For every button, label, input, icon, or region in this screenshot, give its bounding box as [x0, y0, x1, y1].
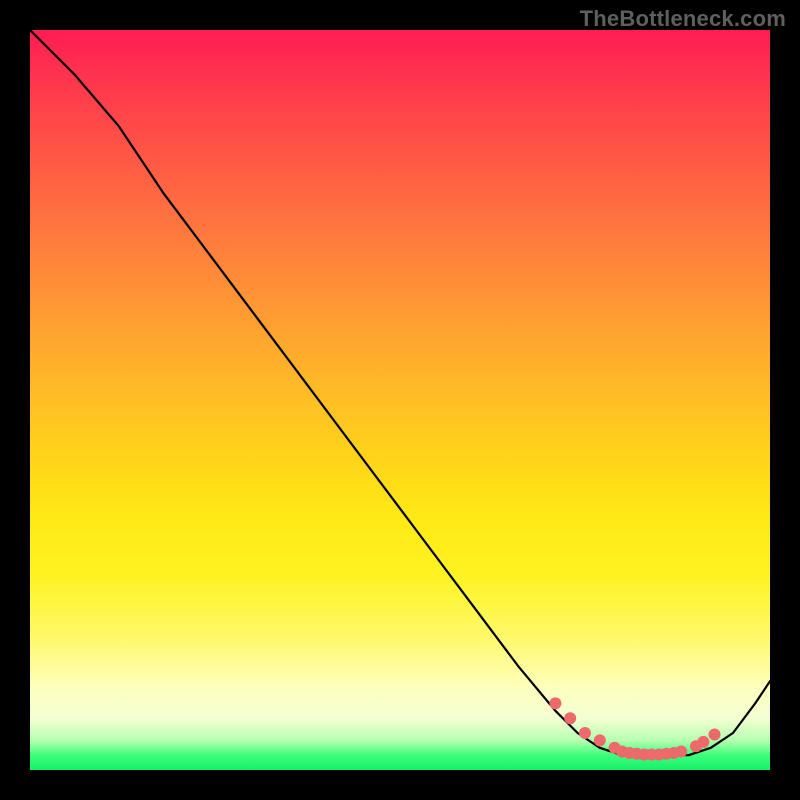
plot-area: [30, 30, 770, 770]
highlight-point: [594, 734, 606, 746]
highlight-point: [564, 712, 576, 724]
highlight-point: [675, 746, 687, 758]
highlight-point: [579, 727, 591, 739]
highlight-point: [549, 697, 561, 709]
watermark-text: TheBottleneck.com: [580, 6, 786, 32]
chart-svg: [30, 30, 770, 770]
highlight-point: [697, 736, 709, 748]
bottleneck-curve-line: [30, 30, 770, 755]
chart-container: TheBottleneck.com: [0, 0, 800, 800]
highlight-point: [709, 729, 721, 741]
